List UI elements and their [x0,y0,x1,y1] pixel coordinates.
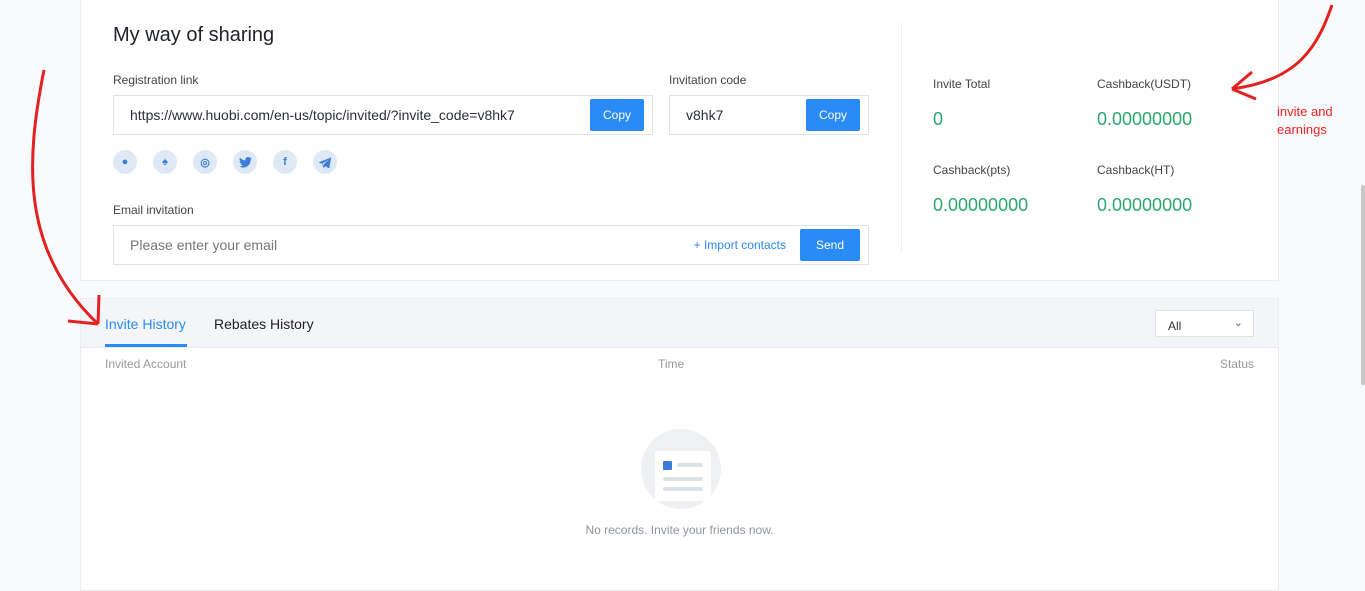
email-invitation-field: + Import contacts Send [113,225,869,265]
weibo-icon[interactable]: ◎ [193,150,217,174]
invitation-code-value: v8hk7 [686,107,724,123]
page-scrollbar[interactable] [1361,185,1365,385]
facebook-icon[interactable]: f [273,150,297,174]
sharing-card: My way of sharing Registration link http… [80,0,1279,281]
copy-code-button[interactable]: Copy [806,99,860,131]
history-filter-select[interactable]: All ⌄ [1155,310,1254,337]
copy-link-button[interactable]: Copy [590,99,644,131]
registration-link-value: https://www.huobi.com/en-us/topic/invite… [130,107,515,123]
filter-selected-value: All [1168,319,1182,333]
import-contacts-link[interactable]: + Import contacts [694,238,786,252]
cashback-ht-label: Cashback(HT) [1097,163,1175,177]
cashback-pts-label: Cashback(pts) [933,163,1011,177]
registration-link-field[interactable]: https://www.huobi.com/en-us/topic/invite… [113,95,653,135]
twitter-icon[interactable] [233,150,257,174]
social-share-row: ● ♠ ◎ f [113,150,337,174]
history-tabs: Invite History Rebates History All ⌄ [81,299,1278,348]
telegram-icon[interactable] [313,150,337,174]
cashback-usdt-label: Cashback(USDT) [1097,77,1192,91]
cashback-usdt-value: 0.00000000 [1097,109,1193,129]
annotation-note: invite and earnings [1277,103,1333,139]
active-tab-indicator [105,344,187,347]
chevron-down-icon: ⌄ [1233,317,1243,329]
column-invited-account: Invited Account [105,357,187,371]
invite-total-label: Invite Total [933,77,991,91]
cashback-pts-value: 0.00000000 [933,195,1029,215]
email-invitation-label: Email invitation [113,203,194,217]
cashback-ht-value: 0.00000000 [1097,195,1193,215]
empty-state-illustration [641,429,721,509]
empty-state-text: No records. Invite your friends now. [585,523,774,537]
column-time: Time [658,357,685,371]
email-input[interactable] [130,237,630,253]
tab-invite-history[interactable]: Invite History [105,316,186,332]
column-status: Status [1219,357,1254,371]
send-button[interactable]: Send [800,229,860,261]
qq-icon[interactable]: ♠ [153,150,177,174]
registration-link-label: Registration link [113,73,199,87]
invite-total-value: 0 [933,109,944,129]
history-panel: Invite History Rebates History All ⌄ Inv… [80,298,1279,591]
invitation-code-field[interactable]: v8hk7 Copy [669,95,869,135]
section-title: My way of sharing [113,24,275,46]
document-icon [655,451,711,501]
vertical-divider [901,22,902,252]
wechat-icon[interactable]: ● [113,150,137,174]
annotation-line-1: invite and [1277,104,1333,119]
annotation-line-2: earnings [1277,122,1327,137]
invitation-code-label: Invitation code [669,73,747,87]
tab-rebates-history[interactable]: Rebates History [214,316,314,332]
